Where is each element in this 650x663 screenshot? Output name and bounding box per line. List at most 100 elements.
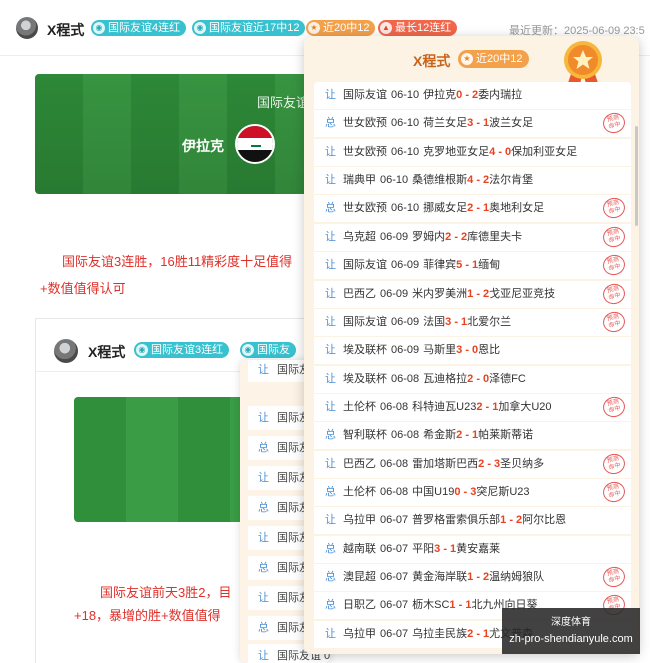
away-team: 库德里夫卡 (467, 230, 523, 243)
match-row[interactable]: 总智利联杯 06-08 希金斯2 - 1帕莱斯蒂诺 (314, 422, 631, 450)
hit-stamp-icon: 预测命中 (600, 196, 628, 221)
league-name: 世女欧预 (343, 145, 387, 158)
username[interactable]: X程式 (88, 342, 125, 362)
league-name: 乌克超 (343, 230, 376, 243)
away-team: 奥地利女足 (489, 202, 545, 215)
score-separator: - (473, 174, 484, 187)
circle-badge-icon: ◉ (136, 344, 148, 356)
team-name: 伊拉克 (182, 138, 224, 154)
away-team: 圣贝纳多 (500, 457, 545, 470)
away-team: 温纳姆狼队 (489, 571, 545, 584)
match-row[interactable]: 让巴西乙 06-08 雷加塔斯巴西2 - 3圣贝纳多 预测 命中 (314, 450, 631, 478)
match-row[interactable]: 总越南联 06-07 平阳3 - 1黄安嘉莱 (314, 535, 631, 563)
away-team: 戈亚尼亚竞技 (489, 287, 556, 300)
match-row[interactable]: 让瑞典甲 06-10 桑德维根斯4 - 2法尔肯堡 (314, 167, 631, 195)
home-team: 科特迪瓦U23 (412, 400, 477, 413)
match-row[interactable]: 让土伦杯 06-08 科特迪瓦U232 - 1加拿大U20 预测 命中 (314, 393, 631, 421)
bet-type: 总 (325, 542, 336, 555)
scrollbar[interactable] (635, 126, 638, 226)
avatar[interactable] (16, 17, 38, 39)
away-team: 阿尔比恩 (522, 514, 567, 527)
match-row[interactable]: 让国际友谊 06-09 法国3 - 1北爱尔兰 预测 命中 (314, 308, 631, 336)
league-name: 埃及联杯 (343, 372, 387, 385)
match-row[interactable]: 让埃及联杯 06-09 马斯里3 - 0恩比 (314, 337, 631, 365)
away-team: 法尔肯堡 (489, 174, 534, 187)
away-team: 突尼斯U23 (476, 486, 530, 499)
away-team: 加拿大U20 (498, 400, 552, 413)
circle-badge-icon: ◉ (242, 344, 254, 356)
match-row[interactable]: 总世女欧预 06-10 荷兰女足3 - 1波兰女足 预测 命中 (314, 110, 631, 138)
league-name: 国际友谊 (343, 259, 387, 272)
match-row[interactable]: 让巴西乙 06-09 米内罗美洲1 - 2戈亚尼亚竞技 预测 命中 (314, 280, 631, 308)
hit-stamp-icon: 预测命中 (600, 564, 628, 590)
hit-stamp-icon: 预测命中 (600, 281, 628, 306)
bet-type: 让 (325, 259, 336, 272)
score-separator: - (462, 429, 473, 442)
league-name: 世女欧预 (343, 202, 387, 215)
score-separator: - (440, 542, 451, 555)
league-name: 智利联杯 (343, 429, 387, 442)
bet-type: 让 (325, 514, 336, 527)
away-team: 北爱尔兰 (467, 315, 512, 328)
match-date: 06-10 (391, 89, 420, 101)
iraq-flag-icon (235, 124, 275, 164)
league-name: 乌拉甲 (343, 627, 376, 640)
score-separator: - (473, 627, 484, 640)
home-team: 挪威女足 (423, 202, 468, 215)
hit-stamp-icon: 预测命中 (600, 394, 628, 420)
match-row[interactable]: 总世女欧预 06-10 挪威女足2 - 1奥地利女足 预测 命中 (314, 195, 631, 223)
match-date: 06-08 (380, 486, 409, 499)
match-row[interactable]: 总澳昆超 06-07 黄金海岸联1 - 2温纳姆狼队 预测 命中 (314, 564, 631, 592)
bet-type: 让 (325, 145, 336, 158)
score-separator: - (506, 514, 517, 527)
match-date: 06-08 (391, 372, 420, 385)
match-date: 06-07 (380, 627, 409, 640)
match-date: 06-07 (380, 571, 409, 584)
score-separator: - (462, 89, 473, 101)
home-team: 克罗地亚女足 (423, 145, 490, 158)
home-team: 瓦迪格拉 (423, 372, 468, 385)
hit-stamp-icon: 预测命中 (600, 451, 628, 477)
star-icon: ★ (308, 22, 320, 34)
circle-badge-icon: ◉ (194, 22, 206, 34)
match-row[interactable]: 让世女欧预 06-10 克罗地亚女足4 - 0保加利亚女足 (314, 138, 631, 166)
avatar[interactable] (54, 339, 78, 363)
bet-type: 让 (325, 315, 336, 328)
league-name: 巴西乙 (343, 287, 376, 300)
home-team: 伊拉克 (423, 89, 457, 101)
record-popup: X程式 ★ 近20中12 让国际友谊 06-10 伊拉克0 - 2委内瑞拉总 世女欧预 0… (304, 36, 639, 654)
match-row[interactable]: 让国际友谊 06-09 菲律宾5 - 1缅甸 预测 命中 (314, 252, 631, 280)
popup-title: X程式 (413, 53, 451, 69)
medal-icon (564, 41, 602, 88)
home-team: 米内罗美洲 (412, 287, 468, 300)
home-team: 普罗格雷索俱乐部 (412, 514, 501, 527)
match-date: 06-09 (380, 287, 409, 300)
match-banner[interactable]: 国际友谊 伊拉克 (35, 74, 325, 194)
tag-badge: ★ 近20中12 (306, 20, 376, 36)
match-date: 06-10 (391, 145, 420, 158)
home-team: 乌拉圭民族 (412, 627, 468, 640)
match-row[interactable]: 让埃及联杯 06-08 瓦迪格拉2 - 0泽德FC (314, 365, 631, 393)
match-row[interactable]: 总土伦杯 06-08 中国U190 - 3突尼斯U23 预测 命中 (314, 479, 631, 507)
match-row[interactable]: 让乌克超 06-09 罗姆内2 - 2库德里夫卡 预测 命中 (314, 223, 631, 251)
bet-type: 总 (325, 486, 336, 499)
result-list[interactable]: 让国际友谊 06-10 伊拉克0 - 2委内瑞拉总世女欧预 06-10 荷兰女足3 - … (314, 82, 631, 652)
analysis-text: 国际友谊3连胜，16胜11精彩度十足值得 +数值值得认可 (40, 254, 293, 296)
streak-badge: ★ 近20中12 (458, 50, 530, 68)
hit-stamp-icon: 预测命中 (600, 479, 628, 505)
match-row[interactable]: 让国际友谊 06-10 伊拉克0 - 2委内瑞拉 (314, 82, 631, 109)
match-date: 06-08 (380, 457, 409, 470)
bet-type: 让 (325, 287, 336, 300)
score-separator: - (455, 599, 466, 612)
bet-type: 让 (325, 230, 336, 243)
hit-stamp-icon: 预测命中 (600, 110, 628, 136)
match-date: 06-10 (391, 117, 420, 130)
league-name: 土伦杯 (343, 486, 376, 499)
league-name: 巴西乙 (343, 457, 376, 470)
tag-badge: ▲ 最长12连红 (378, 20, 458, 36)
username[interactable]: X程式 (47, 20, 84, 40)
away-team: 帕莱斯蒂诺 (478, 429, 534, 442)
away-team: 波兰女足 (489, 117, 534, 130)
away-team: 保加利亚女足 (511, 145, 578, 158)
match-row[interactable]: 让乌拉甲 06-07 普罗格雷索俱乐部1 - 2阿尔比恩 (314, 507, 631, 535)
